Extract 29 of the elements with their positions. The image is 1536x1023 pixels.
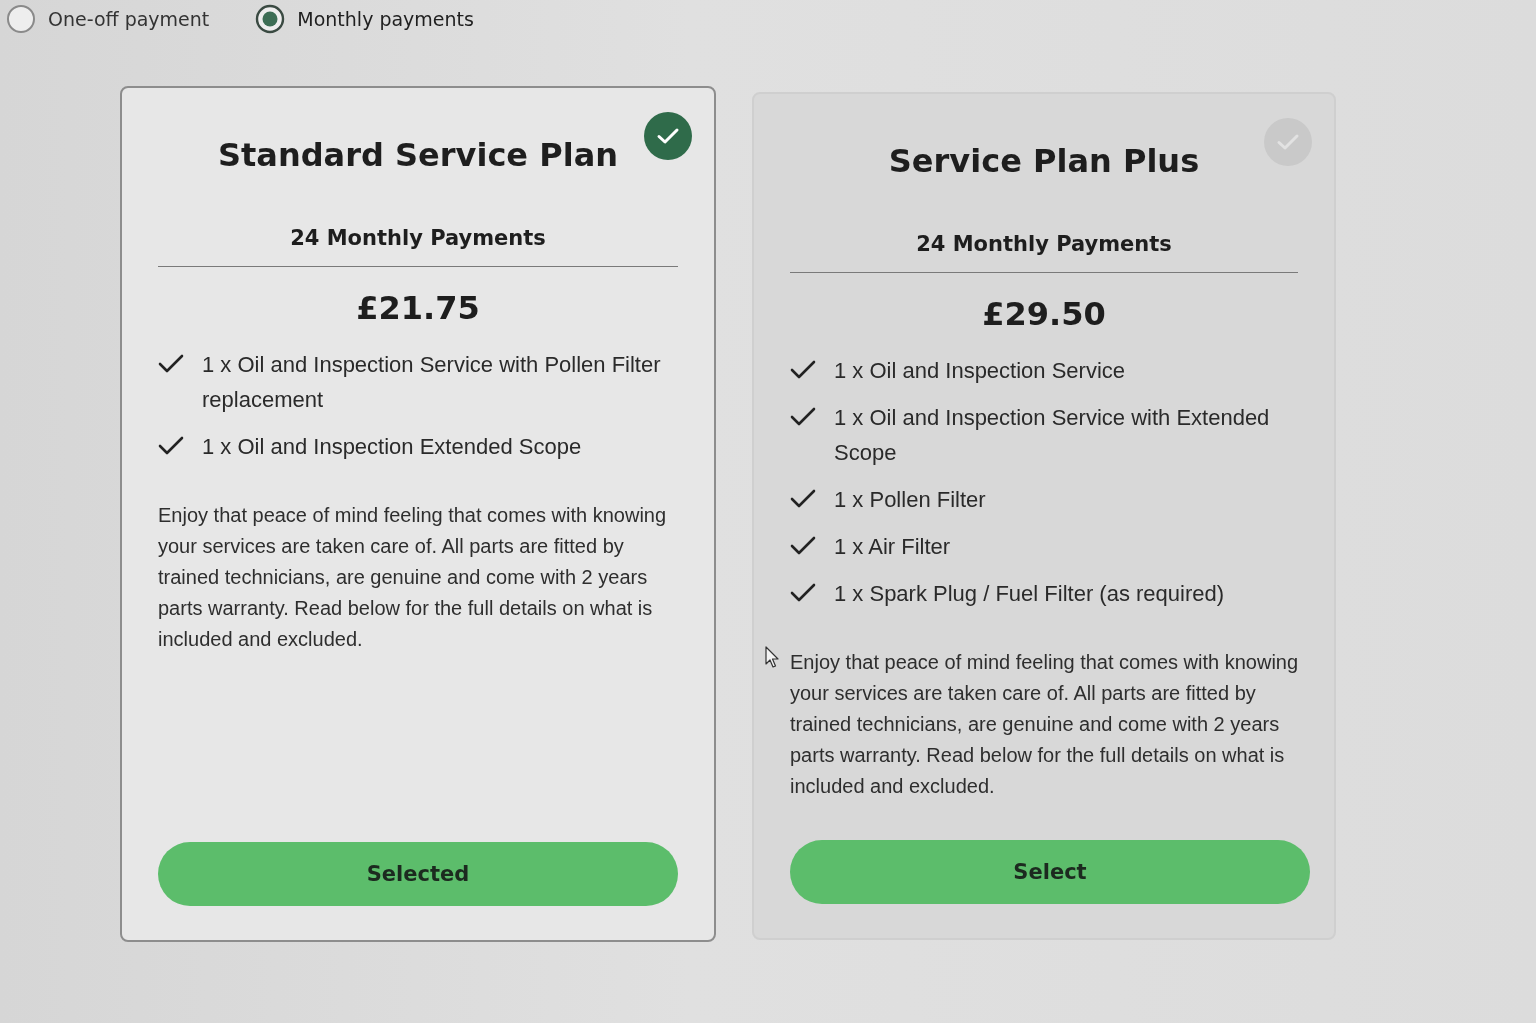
check-icon <box>790 359 816 380</box>
radio-icon <box>255 4 286 34</box>
plan-title: Service Plan Plus <box>887 142 1201 180</box>
feature-text: 1 x Air Filter <box>834 533 951 561</box>
plan-title: Standard Service Plan <box>217 136 619 174</box>
mouse-pointer-icon <box>765 646 779 668</box>
selected-button[interactable]: Selected <box>158 842 678 906</box>
check-icon <box>790 535 816 556</box>
feature-text: 1 x Oil and Inspection Service with Extended Scope <box>834 404 1271 467</box>
plan-price: £29.50 <box>981 295 1107 333</box>
feature-text: 1 x Spark Plug / Fuel Filter (as required) <box>834 580 1225 608</box>
check-icon <box>790 488 816 509</box>
feature-text: 1 x Oil and Inspection Extended Scope <box>202 433 582 461</box>
check-icon <box>790 406 816 427</box>
radio-option[interactable]: One-off payment <box>6 4 210 34</box>
check-icon <box>158 353 184 374</box>
check-icon <box>158 435 184 456</box>
feature-text: 1 x Pollen Filter <box>834 486 986 514</box>
payment-term: 24 Monthly Payments <box>915 232 1173 256</box>
check-icon <box>790 582 816 603</box>
plan-price: £21.75 <box>355 289 481 327</box>
plan-description: Enjoy that peace of mind feeling that comes with knowing your services are taken care of. All parts are fitted by trained technicians, are genuine and come with 2 years parts warranty. Read below for the full details on what is included and excluded. <box>790 650 1300 799</box>
feature-text: 1 x Oil and Inspection Service <box>834 357 1126 385</box>
select-button[interactable]: Select <box>790 840 1310 904</box>
payment-term: 24 Monthly Payments <box>289 226 547 250</box>
radio-icon <box>6 4 36 34</box>
feature-text: 1 x Oil and Inspection Service with Pollen Filter replacement <box>202 351 662 414</box>
radio-option[interactable]: Monthly payments <box>255 4 474 34</box>
plan-description: Enjoy that peace of mind feeling that comes with knowing your services are taken care of. All parts are fitted by trained technicians, are genuine and come with 2 years parts warranty. Read below for the full details on what is included and excluded. <box>158 503 668 652</box>
